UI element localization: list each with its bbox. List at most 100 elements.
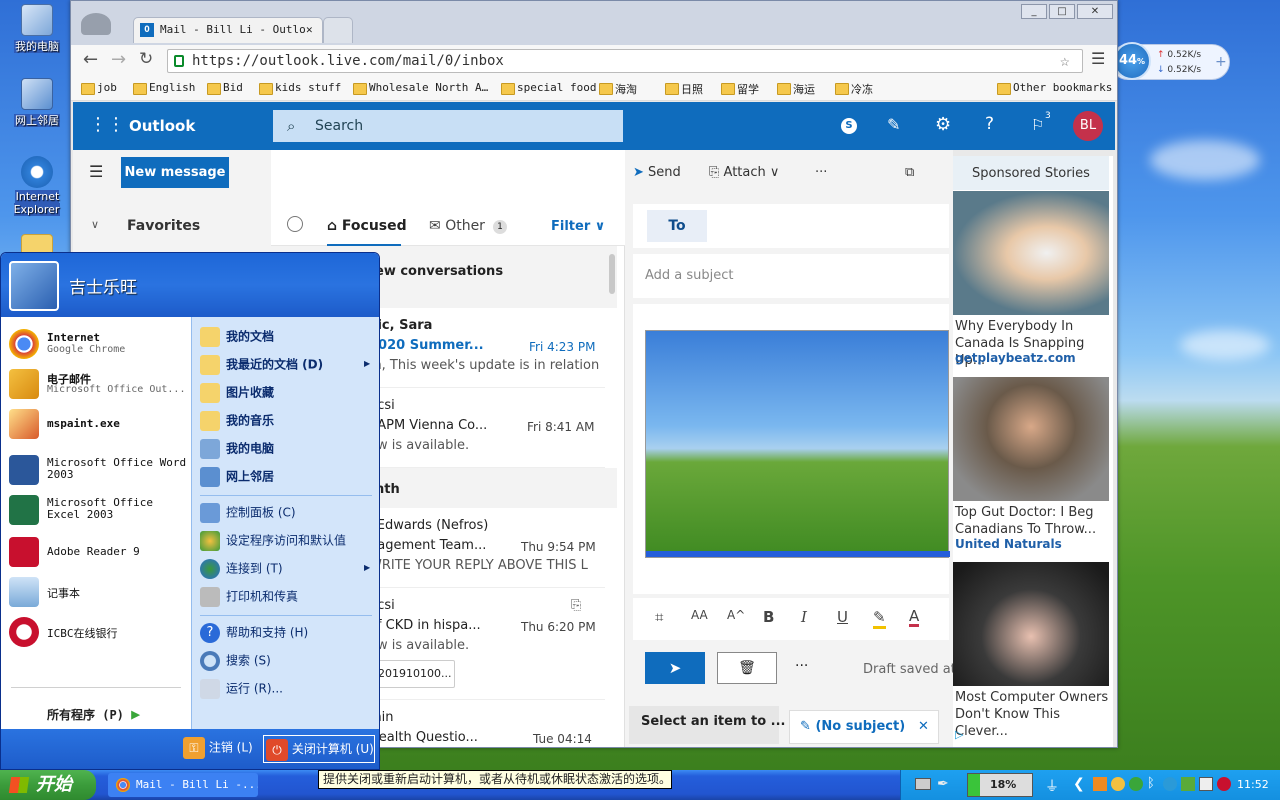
browser-tab-active[interactable]: O Mail - Bill Li - Outlo ✕ xyxy=(133,17,323,43)
minimize-button[interactable]: _ xyxy=(1021,4,1047,19)
bookmark-kids-stuff[interactable]: kids stuff xyxy=(259,81,341,95)
new-message-button[interactable]: New message xyxy=(121,157,229,188)
subject-input[interactable]: Add a subject xyxy=(633,254,949,298)
start-item-connect-to[interactable]: 连接到 (T) ▶ xyxy=(200,559,370,579)
start-item-my-documents[interactable]: 我的文档 xyxy=(200,327,274,347)
ad-title[interactable]: Top Gut Doctor: I Beg Canadians To Throw… xyxy=(955,504,1111,538)
battery-meter[interactable]: 18% xyxy=(967,773,1033,797)
italic-button[interactable]: I xyxy=(801,608,807,626)
bookmark-lengdong[interactable]: 冷冻 xyxy=(835,81,873,97)
start-item-default-programs[interactable]: 设定程序访问和默认值 xyxy=(200,531,346,551)
close-window-button[interactable]: ✕ xyxy=(1077,4,1113,19)
no-subject-draft-tab[interactable]: ✎ (No subject) ✕ xyxy=(789,710,939,744)
reload-icon[interactable]: ↻ xyxy=(139,49,153,69)
forward-icon[interactable]: → xyxy=(111,49,126,70)
start-item-my-computer[interactable]: 我的电脑 xyxy=(200,439,274,459)
new-tab-button[interactable] xyxy=(323,17,353,43)
start-item-my-pictures[interactable]: 图片收藏 xyxy=(200,383,274,403)
tab-focused[interactable]: ⌂ Focused xyxy=(327,218,407,234)
bookmark-liuxue[interactable]: 留学 xyxy=(721,81,759,97)
discard-button[interactable]: 🗑 xyxy=(717,652,777,684)
compose-more-button[interactable]: ··· xyxy=(795,658,808,674)
plus-icon[interactable]: + xyxy=(1215,54,1227,70)
search-box[interactable]: ⌕ Search xyxy=(273,110,623,142)
desktop-icon-network[interactable]: 网上邻居 xyxy=(4,78,70,128)
power-plug-icon[interactable]: ⏚ xyxy=(1045,776,1059,796)
font-color-button[interactable]: A xyxy=(909,608,920,627)
bookmark-special-food[interactable]: special food xyxy=(501,81,596,95)
start-item-recent-docs[interactable]: 我最近的文档 (D) ▶ xyxy=(200,355,370,375)
desktop-icon-my-computer[interactable]: 我的电脑 xyxy=(4,4,70,54)
tray-app-icon[interactable] xyxy=(1129,777,1143,791)
bookmark-haitao[interactable]: 海淘 xyxy=(599,81,637,97)
address-bar[interactable]: https://outlook.live.com/mail/0/inbox ☆ xyxy=(167,49,1083,73)
filter-button[interactable]: Filter ∨ xyxy=(551,219,605,234)
desktop-icon-ie[interactable]: Internet Explorer xyxy=(4,156,70,216)
to-button[interactable]: To xyxy=(647,210,707,242)
more-options-button[interactable]: ··· xyxy=(815,165,827,180)
bookmark-haiyun[interactable]: 海运 xyxy=(777,81,815,97)
start-item-my-music[interactable]: 我的音乐 xyxy=(200,411,274,431)
ad-source[interactable]: getplaybeatz.com xyxy=(955,351,1076,365)
ad-title[interactable]: Most Computer Owners Don't Know This Cle… xyxy=(955,689,1111,740)
tray-app-icon[interactable] xyxy=(1217,777,1231,791)
font-size-icon[interactable]: AA xyxy=(691,608,708,622)
bluetooth-icon[interactable]: ᛒ xyxy=(1147,776,1155,791)
format-painter-icon[interactable]: ⌗ xyxy=(655,608,663,626)
adchoices-icon[interactable]: ▷ xyxy=(955,728,963,741)
underline-button[interactable]: U xyxy=(837,608,848,626)
tray-app-icon[interactable] xyxy=(1093,777,1107,791)
menu-icon[interactable]: ☰ xyxy=(1091,49,1105,68)
send-toolbar-button[interactable]: ➤ Send xyxy=(633,165,681,180)
tray-app-icon[interactable] xyxy=(1181,777,1195,791)
back-icon[interactable]: ← xyxy=(83,49,98,70)
attach-button[interactable]: ⎘ Attach ∨ xyxy=(709,165,779,180)
shutdown-button[interactable]: ⏻ 关闭计算机 (U) xyxy=(263,735,375,763)
close-icon[interactable]: ✕ xyxy=(918,711,929,743)
pop-out-icon[interactable]: ⧉ xyxy=(905,165,914,180)
chevron-down-icon[interactable]: ∨ xyxy=(91,218,99,231)
notifications-icon[interactable]: ⚐ xyxy=(1031,116,1044,134)
skype-icon[interactable]: S xyxy=(841,118,857,134)
ad-source[interactable]: United Naturals xyxy=(955,537,1062,551)
taskbar-button-chrome[interactable]: Mail - Bill Li -... xyxy=(108,773,258,797)
highlight-icon[interactable]: ✎ xyxy=(873,608,886,629)
bookmark-rizhao[interactable]: 日照 xyxy=(665,81,703,97)
message-body[interactable] xyxy=(633,304,950,594)
clock[interactable]: 11:52 xyxy=(1237,778,1269,791)
select-item-tab[interactable]: Select an item to ... xyxy=(629,706,786,744)
close-tab-icon[interactable]: ✕ xyxy=(306,18,313,42)
bold-button[interactable]: B xyxy=(763,608,774,626)
ad-image-doctor[interactable] xyxy=(953,377,1109,501)
attachment-chip[interactable]: 201910100... xyxy=(369,660,455,688)
app-launcher-icon[interactable]: ⋮⋮ xyxy=(89,114,125,135)
network-speed-widget[interactable]: 44% ↑ 0.52K/s ↓ 0.52K/s + xyxy=(1110,42,1230,80)
bookmark-english[interactable]: English xyxy=(133,81,195,95)
tray-app-icon[interactable] xyxy=(1163,777,1177,791)
start-item-search[interactable]: 搜索 (S) xyxy=(200,651,271,671)
chevron-left-icon[interactable]: ❮ xyxy=(1073,776,1085,792)
keyboard-icon[interactable] xyxy=(915,778,931,790)
send-button[interactable]: ➤ xyxy=(645,652,705,684)
start-item-help[interactable]: ? 帮助和支持 (H) xyxy=(200,623,308,643)
bookmark-other[interactable]: Other bookmarks xyxy=(997,81,1112,95)
tray-app-icon[interactable] xyxy=(1111,777,1125,791)
list-scrollbar[interactable] xyxy=(609,254,615,294)
start-item-control-panel[interactable]: 控制面板 (C) xyxy=(200,503,296,523)
hamburger-icon[interactable]: ☰ xyxy=(89,162,103,181)
tab-other[interactable]: ✉ Other xyxy=(429,218,485,234)
settings-gear-icon[interactable]: ⚙ xyxy=(935,114,951,135)
start-button[interactable]: 开始 xyxy=(0,770,96,800)
help-icon[interactable]: ? xyxy=(985,114,994,134)
ad-image-keyboard[interactable] xyxy=(953,562,1109,686)
favorites-heading[interactable]: Favorites xyxy=(127,218,200,234)
user-avatar[interactable] xyxy=(9,261,59,311)
bookmark-bid[interactable]: Bid xyxy=(207,81,243,95)
star-icon[interactable]: ☆ xyxy=(1060,50,1070,72)
select-all-checkbox[interactable] xyxy=(287,216,303,232)
start-item-network[interactable]: 网上邻居 xyxy=(200,467,274,487)
tray-app-icon[interactable] xyxy=(1199,777,1213,791)
bookmark-wholesale[interactable]: Wholesale North A… xyxy=(353,81,488,95)
all-programs-button[interactable]: 所有程序 (P) ▶ xyxy=(47,705,140,723)
maximize-button[interactable]: □ xyxy=(1049,4,1075,19)
